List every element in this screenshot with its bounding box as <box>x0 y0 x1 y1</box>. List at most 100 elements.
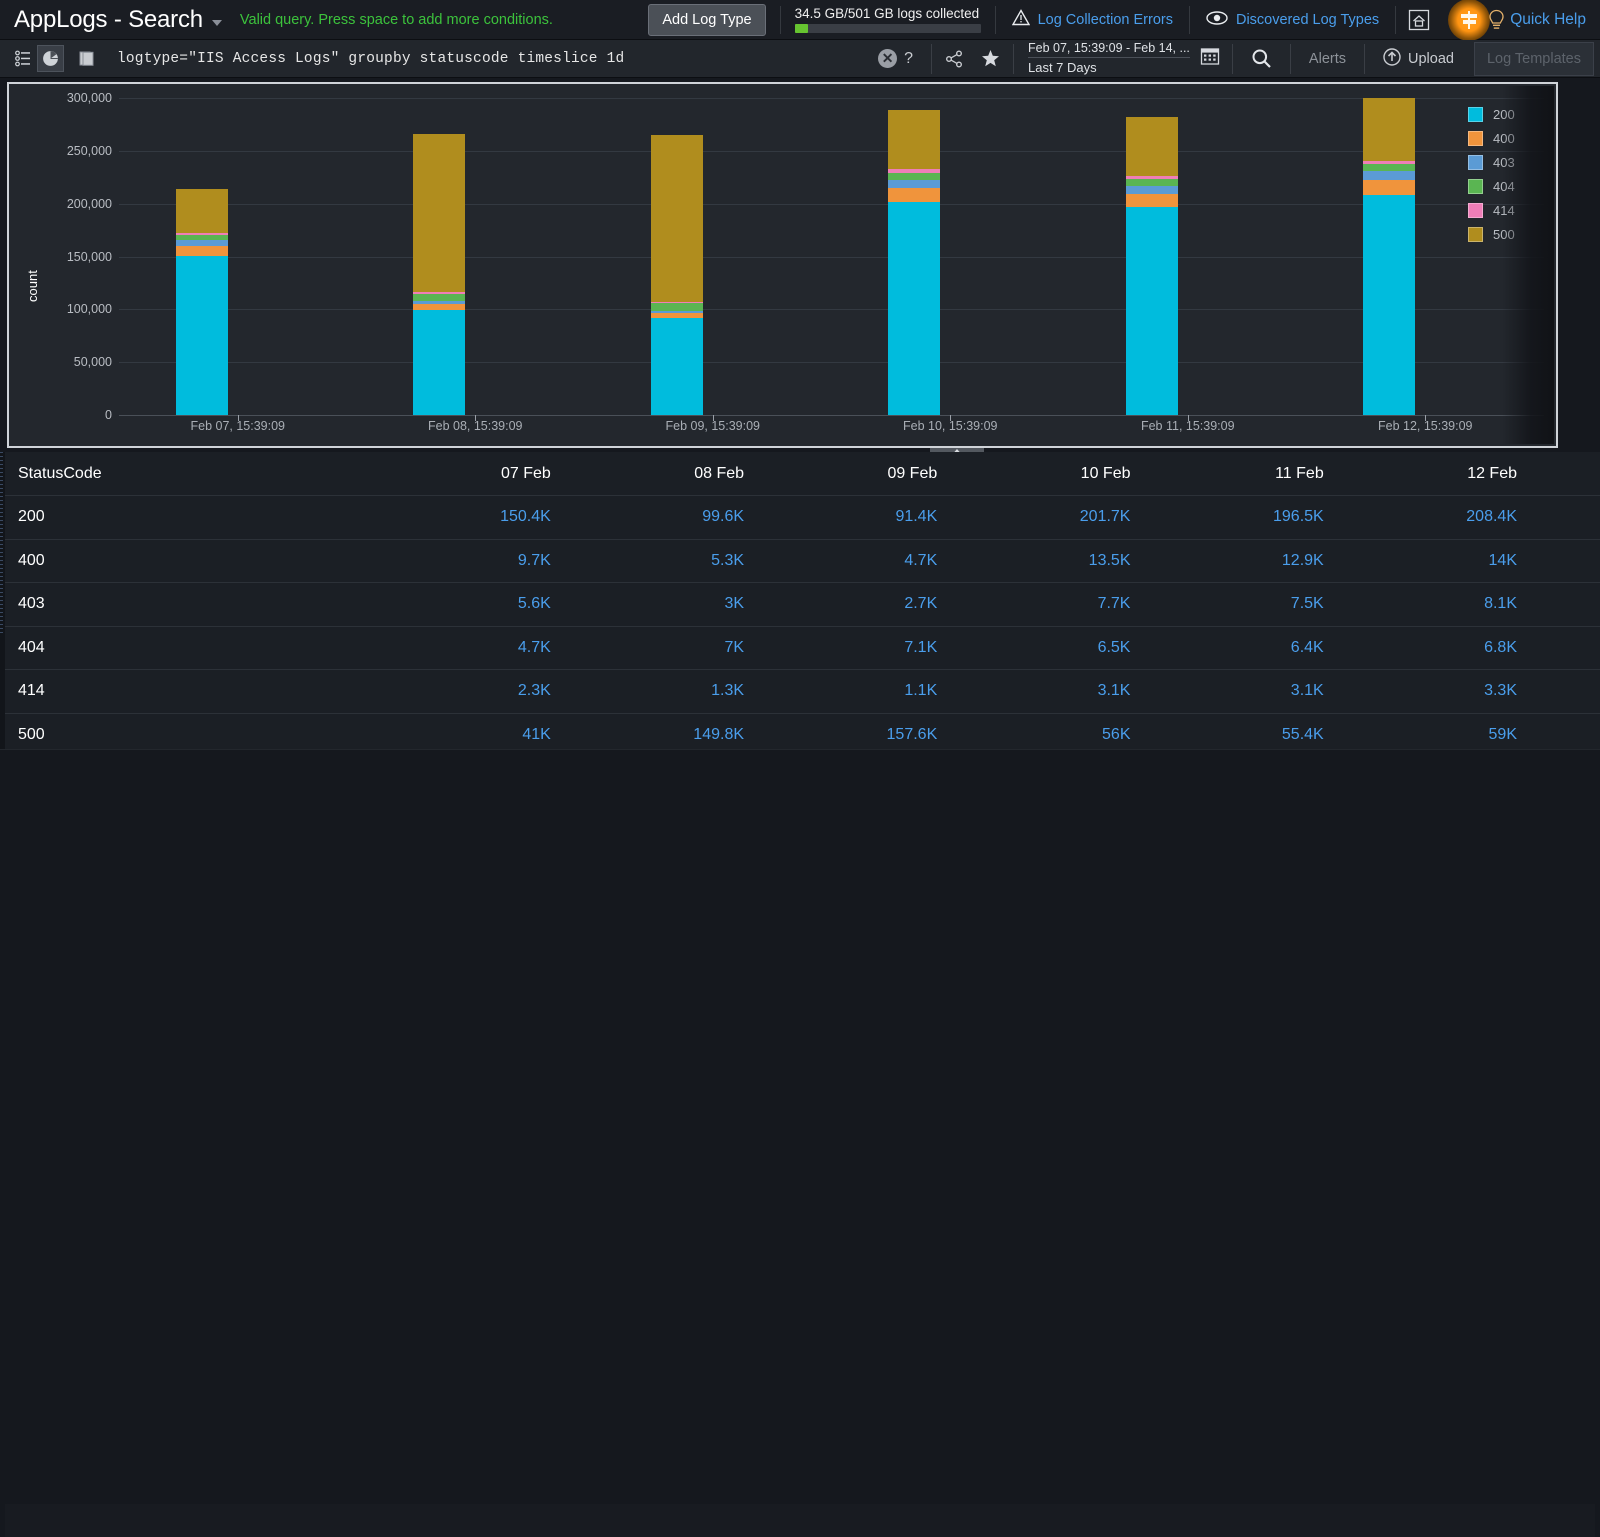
chart-bar-segment-500[interactable] <box>888 110 940 169</box>
table-cell-count[interactable]: 14K <box>1407 539 1600 583</box>
table-cell-count[interactable]: 41K <box>441 713 634 749</box>
table-header-day[interactable]: 09 Feb <box>827 452 1020 496</box>
star-icon[interactable] <box>972 49 1009 68</box>
chart-bar-segment-404[interactable] <box>651 303 703 311</box>
signpost-logo-icon[interactable] <box>1448 0 1490 41</box>
table-cell-count[interactable]: 7.5K <box>1213 583 1406 627</box>
chart-bar-stack[interactable] <box>651 135 703 415</box>
chart-bar-segment-403[interactable] <box>1126 186 1178 194</box>
table-row[interactable]: 4009.7K5.3K4.7K13.5K12.9K14K <box>0 539 1600 583</box>
date-range-picker[interactable]: Feb 07, 15:39:09 - Feb 14, ... Last 7 Da… <box>1018 40 1228 77</box>
table-header-day[interactable]: 11 Feb <box>1213 452 1406 496</box>
chart-bar-stack[interactable] <box>888 110 940 415</box>
table-cell-count[interactable]: 7.7K <box>1020 583 1213 627</box>
chart-bar-segment-200[interactable] <box>1126 207 1178 415</box>
chart-plot-area[interactable] <box>119 98 1544 415</box>
log-templates-button[interactable]: Log Templates <box>1474 42 1594 76</box>
table-cell-count[interactable]: 4.7K <box>441 626 634 670</box>
chart-legend-item[interactable]: 404 <box>1468 174 1542 198</box>
table-cell-count[interactable]: 6.8K <box>1407 626 1600 670</box>
chart-bar-segment-200[interactable] <box>888 202 940 415</box>
table-cell-count[interactable]: 5.3K <box>634 539 827 583</box>
chart-legend-item[interactable]: 400 <box>1468 126 1542 150</box>
table-cell-count[interactable]: 149.8K <box>634 713 827 749</box>
chart-bar-segment-200[interactable] <box>651 318 703 415</box>
clear-circle-x-icon[interactable]: ✕ <box>878 49 897 68</box>
table-header-day[interactable]: 12 Feb <box>1407 452 1600 496</box>
table-view-icon[interactable] <box>74 45 101 72</box>
table-cell-count[interactable]: 6.4K <box>1213 626 1406 670</box>
results-table-container[interactable]: StatusCode07 Feb08 Feb09 Feb10 Feb11 Feb… <box>0 452 1600 749</box>
table-cell-count[interactable]: 196.5K <box>1213 496 1406 540</box>
upload-button[interactable]: Upload <box>1369 48 1468 70</box>
chart-bar-segment-200[interactable] <box>176 256 228 415</box>
chart-bar-segment-400[interactable] <box>1126 194 1178 208</box>
chevron-down-icon[interactable] <box>212 20 222 26</box>
table-cell-count[interactable]: 13.5K <box>1020 539 1213 583</box>
chart-bar-segment-500[interactable] <box>1363 98 1415 160</box>
query-input[interactable]: logtype="IIS Access Logs" groupby status… <box>117 51 624 67</box>
table-cell-count[interactable]: 6.5K <box>1020 626 1213 670</box>
chart-bar-segment-403[interactable] <box>888 180 940 188</box>
table-cell-count[interactable]: 3.1K <box>1020 670 1213 714</box>
chart-bar-segment-500[interactable] <box>1126 117 1178 176</box>
table-cell-count[interactable]: 56K <box>1020 713 1213 749</box>
chart-bar-stack[interactable] <box>413 134 465 415</box>
table-cell-count[interactable]: 1.3K <box>634 670 827 714</box>
lightbulb-icon[interactable] <box>1488 9 1504 31</box>
table-cell-count[interactable]: 3K <box>634 583 827 627</box>
table-cell-count[interactable]: 150.4K <box>441 496 634 540</box>
table-cell-count[interactable]: 99.6K <box>634 496 827 540</box>
chart-bar-segment-400[interactable] <box>176 246 228 256</box>
chart-bar-segment-200[interactable] <box>413 310 465 415</box>
table-cell-count[interactable]: 4.7K <box>827 539 1020 583</box>
table-cell-count[interactable]: 208.4K <box>1407 496 1600 540</box>
table-row[interactable]: 4035.6K3K2.7K7.7K7.5K8.1K <box>0 583 1600 627</box>
table-cell-count[interactable]: 1.1K <box>827 670 1020 714</box>
table-header-statuscode[interactable]: StatusCode <box>0 452 441 496</box>
chart-bar-segment-404[interactable] <box>1126 179 1178 186</box>
table-cell-count[interactable]: 3.3K <box>1407 670 1600 714</box>
table-cell-count[interactable]: 59K <box>1407 713 1600 749</box>
quick-help-link[interactable]: Quick Help <box>1504 11 1600 29</box>
list-view-icon[interactable] <box>10 45 37 72</box>
table-cell-count[interactable]: 157.6K <box>827 713 1020 749</box>
add-log-type-button[interactable]: Add Log Type <box>648 4 765 36</box>
table-row[interactable]: 4044.7K7K7.1K6.5K6.4K6.8K <box>0 626 1600 670</box>
chart-legend-item[interactable]: 500 <box>1468 222 1542 246</box>
chart-bar-segment-500[interactable] <box>651 135 703 302</box>
chart-bar-segment-400[interactable] <box>888 188 940 202</box>
chart-bar-stack[interactable] <box>176 189 228 415</box>
discovered-log-types-link[interactable]: Discovered Log Types <box>1190 11 1395 29</box>
table-cell-count[interactable]: 7.1K <box>827 626 1020 670</box>
table-row[interactable]: 200150.4K99.6K91.4K201.7K196.5K208.4K <box>0 496 1600 540</box>
calendar-icon[interactable] <box>1200 46 1220 71</box>
chart-bar-segment-404[interactable] <box>1363 164 1415 171</box>
chart-bar-segment-404[interactable] <box>888 173 940 180</box>
table-cell-count[interactable]: 5.6K <box>441 583 634 627</box>
table-cell-count[interactable]: 2.7K <box>827 583 1020 627</box>
chart-bar-stack[interactable] <box>1363 98 1415 415</box>
chart-bar-segment-500[interactable] <box>413 134 465 292</box>
log-collection-errors-link[interactable]: Log Collection Errors <box>996 9 1189 30</box>
chart-bar-segment-404[interactable] <box>413 294 465 301</box>
chart-bar-segment-403[interactable] <box>1363 171 1415 180</box>
table-cell-count[interactable]: 3.1K <box>1213 670 1406 714</box>
table-cell-count[interactable]: 8.1K <box>1407 583 1600 627</box>
table-cell-count[interactable]: 2.3K <box>441 670 634 714</box>
chart-bar-stack[interactable] <box>1126 117 1178 415</box>
chart-legend-item[interactable]: 403 <box>1468 150 1542 174</box>
search-icon[interactable] <box>1237 48 1286 69</box>
chart-bar-segment-500[interactable] <box>176 189 228 232</box>
table-header-day[interactable]: 07 Feb <box>441 452 634 496</box>
table-cell-count[interactable]: 12.9K <box>1213 539 1406 583</box>
left-rail-scroll-dots[interactable] <box>0 452 3 634</box>
table-row[interactable]: 4142.3K1.3K1.1K3.1K3.1K3.3K <box>0 670 1600 714</box>
table-cell-count[interactable]: 201.7K <box>1020 496 1213 540</box>
chart-legend-item[interactable]: 200 <box>1468 102 1542 126</box>
table-row[interactable]: 50041K149.8K157.6K56K55.4K59K <box>0 713 1600 749</box>
table-cell-count[interactable]: 91.4K <box>827 496 1020 540</box>
table-cell-count[interactable]: 55.4K <box>1213 713 1406 749</box>
chart-bar-segment-400[interactable] <box>1363 180 1415 195</box>
chart-legend-item[interactable]: 414 <box>1468 198 1542 222</box>
